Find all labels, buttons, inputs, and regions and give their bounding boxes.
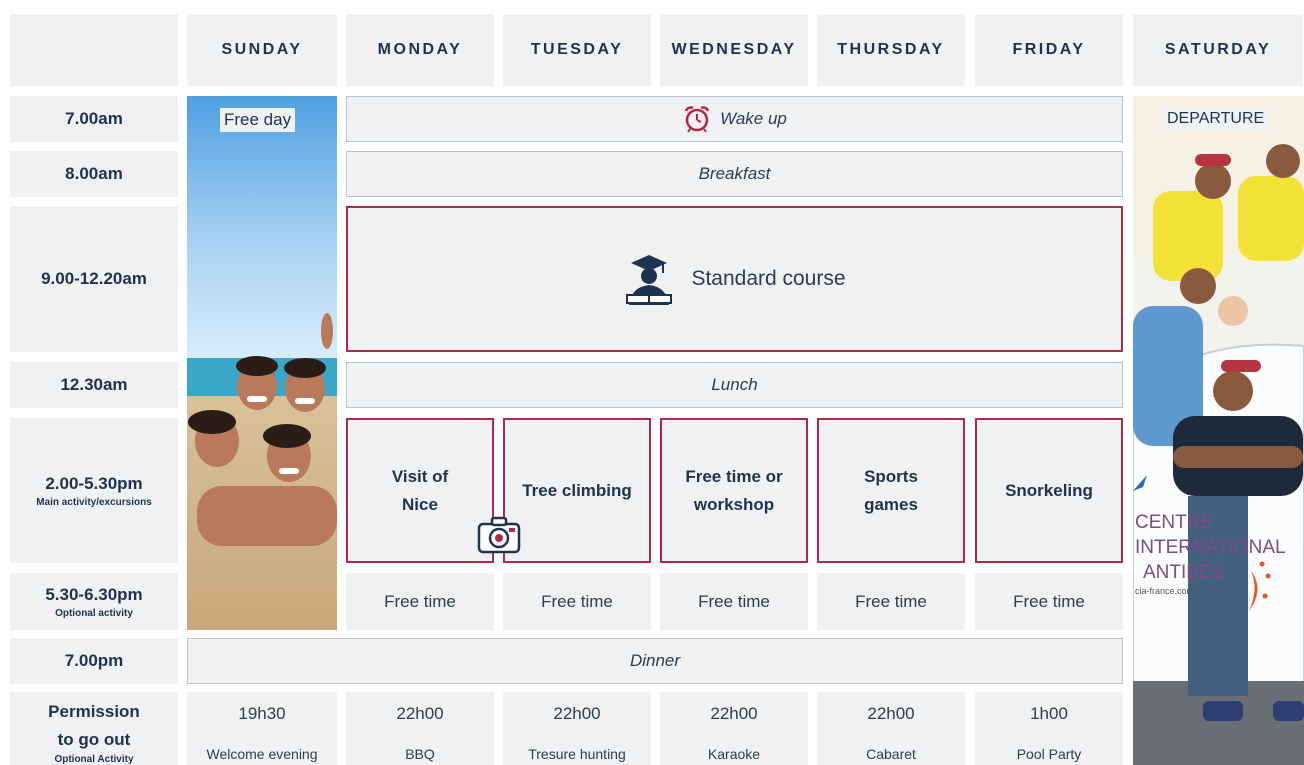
activity-visit-of-nice: Visit of Nice bbox=[346, 418, 494, 563]
free-time-label: Free time bbox=[384, 591, 456, 611]
time-label: 8.00am bbox=[65, 164, 123, 183]
permission-time: 1h00 bbox=[1030, 704, 1068, 723]
departure-photo-illustration bbox=[1133, 96, 1304, 765]
free-time-cell: Free time bbox=[817, 573, 965, 630]
day-header-saturday: SATURDAY bbox=[1133, 14, 1303, 86]
time-cell: Permission to go out Optional Activity bbox=[10, 692, 178, 765]
car-logo-url: cia-france.com bbox=[1135, 586, 1195, 596]
activity-snorkeling: Snorkeling bbox=[975, 418, 1123, 563]
activity-label: Free time or workshop bbox=[685, 466, 783, 514]
day-header-monday: MONDAY bbox=[346, 14, 494, 86]
permission-event: BBQ bbox=[405, 746, 435, 762]
time-label: 5.30-6.30pm bbox=[45, 584, 143, 604]
dinner-label: Dinner bbox=[629, 651, 681, 670]
sunday-beach-photo: Free day bbox=[187, 96, 337, 630]
day-header-wednesday: WEDNESDAY bbox=[660, 14, 808, 86]
time-sublabel: Optional Activity bbox=[54, 754, 134, 765]
time-cell: 7.00am bbox=[10, 96, 178, 142]
time-cell: 12.30am bbox=[10, 362, 178, 408]
free-day-label: Free day bbox=[220, 108, 296, 132]
wake-up-band: Wake up bbox=[346, 96, 1123, 142]
activity-label: Tree climbing bbox=[522, 480, 632, 500]
car-logo-line2: INTERNATIONAL bbox=[1135, 537, 1286, 558]
free-time-cell: Free time bbox=[503, 573, 651, 630]
car-logo-line3: ANTIBES bbox=[1143, 562, 1225, 583]
standard-course-block: Standard course bbox=[346, 206, 1123, 352]
alarm-clock-icon bbox=[682, 104, 712, 134]
car-logo-line1: CENTRE bbox=[1135, 512, 1214, 533]
permission-time: 22h00 bbox=[867, 704, 915, 723]
activity-free-time-or-workshop: Free time or workshop bbox=[660, 418, 808, 563]
time-cell: 5.30-6.30pm Optional activity bbox=[10, 573, 178, 630]
day-header-friday: FRIDAY bbox=[975, 14, 1123, 86]
saturday-departure-photo: DEPARTURE CENTRE INTERNATIONAL ANTIBES c… bbox=[1133, 96, 1304, 765]
permission-cell: 22h00 Cabaret bbox=[817, 692, 965, 765]
dinner-band: Dinner bbox=[187, 638, 1123, 684]
permission-cell: 22h00 Karaoke bbox=[660, 692, 808, 765]
time-cell: 8.00am bbox=[10, 151, 178, 197]
activity-label: Sports games bbox=[864, 466, 918, 514]
day-header-tuesday: TUESDAY bbox=[503, 14, 651, 86]
lunch-band: Lunch bbox=[346, 362, 1123, 408]
permission-cell: 1h00 Pool Party bbox=[975, 692, 1123, 765]
permission-event: Pool Party bbox=[1016, 746, 1082, 762]
camera-icon bbox=[476, 514, 522, 558]
standard-course-label: Standard course bbox=[691, 267, 846, 290]
breakfast-band: Breakfast bbox=[346, 151, 1123, 197]
permission-event: Cabaret bbox=[866, 746, 916, 762]
wake-up-label: Wake up bbox=[720, 109, 787, 128]
time-label: 2.00-5.30pm bbox=[45, 473, 143, 493]
activity-label: Visit of Nice bbox=[391, 466, 449, 514]
permission-cell: 19h30 Welcome evening bbox=[187, 692, 337, 765]
free-time-label: Free time bbox=[1013, 591, 1085, 611]
time-label: 7.00pm bbox=[64, 651, 124, 670]
permission-event: Karaoke bbox=[707, 746, 761, 762]
free-time-cell: Free time bbox=[660, 573, 808, 630]
time-sublabel: Optional activity bbox=[55, 607, 133, 619]
time-sublabel: Main activity/excursions bbox=[36, 496, 152, 508]
permission-time: 19h30 bbox=[238, 704, 286, 723]
time-cell: 9.00-12.20am bbox=[10, 206, 178, 352]
time-cell: 7.00pm bbox=[10, 638, 178, 684]
free-time-label: Free time bbox=[541, 591, 613, 611]
activity-label: Snorkeling bbox=[1005, 480, 1093, 500]
permission-time: 22h00 bbox=[553, 704, 601, 723]
time-label: 9.00-12.20am bbox=[41, 269, 147, 288]
free-time-cell: Free time bbox=[346, 573, 494, 630]
time-cell: 2.00-5.30pm Main activity/excursions bbox=[10, 418, 178, 563]
permission-cell: 22h00 Tresure hunting bbox=[503, 692, 651, 765]
activity-sports-games: Sports games bbox=[817, 418, 965, 563]
permission-event: Welcome evening bbox=[206, 746, 318, 762]
departure-label: DEPARTURE bbox=[1163, 108, 1269, 130]
permission-cell: 22h00 BBQ bbox=[346, 692, 494, 765]
beach-photo-illustration bbox=[187, 96, 337, 630]
day-header-sunday: SUNDAY bbox=[187, 14, 337, 86]
lunch-label: Lunch bbox=[711, 375, 758, 394]
activity-tree-climbing: Tree climbing bbox=[503, 418, 651, 563]
car-logo-text: CENTRE INTERNATIONAL ANTIBES cia-france.… bbox=[1135, 510, 1286, 597]
graduate-icon bbox=[623, 251, 675, 307]
permission-time: 22h00 bbox=[710, 704, 758, 723]
free-time-cell: Free time bbox=[975, 573, 1123, 630]
corner-cell bbox=[10, 14, 178, 86]
time-label: 12.30am bbox=[60, 375, 128, 394]
free-time-label: Free time bbox=[698, 591, 770, 611]
free-time-label: Free time bbox=[855, 591, 927, 611]
permission-event: Tresure hunting bbox=[528, 746, 626, 762]
time-label: 7.00am bbox=[65, 109, 123, 128]
time-label: Permission to go out bbox=[48, 702, 140, 749]
permission-time: 22h00 bbox=[396, 704, 444, 723]
day-header-thursday: THURSDAY bbox=[817, 14, 965, 86]
breakfast-label: Breakfast bbox=[698, 164, 771, 183]
